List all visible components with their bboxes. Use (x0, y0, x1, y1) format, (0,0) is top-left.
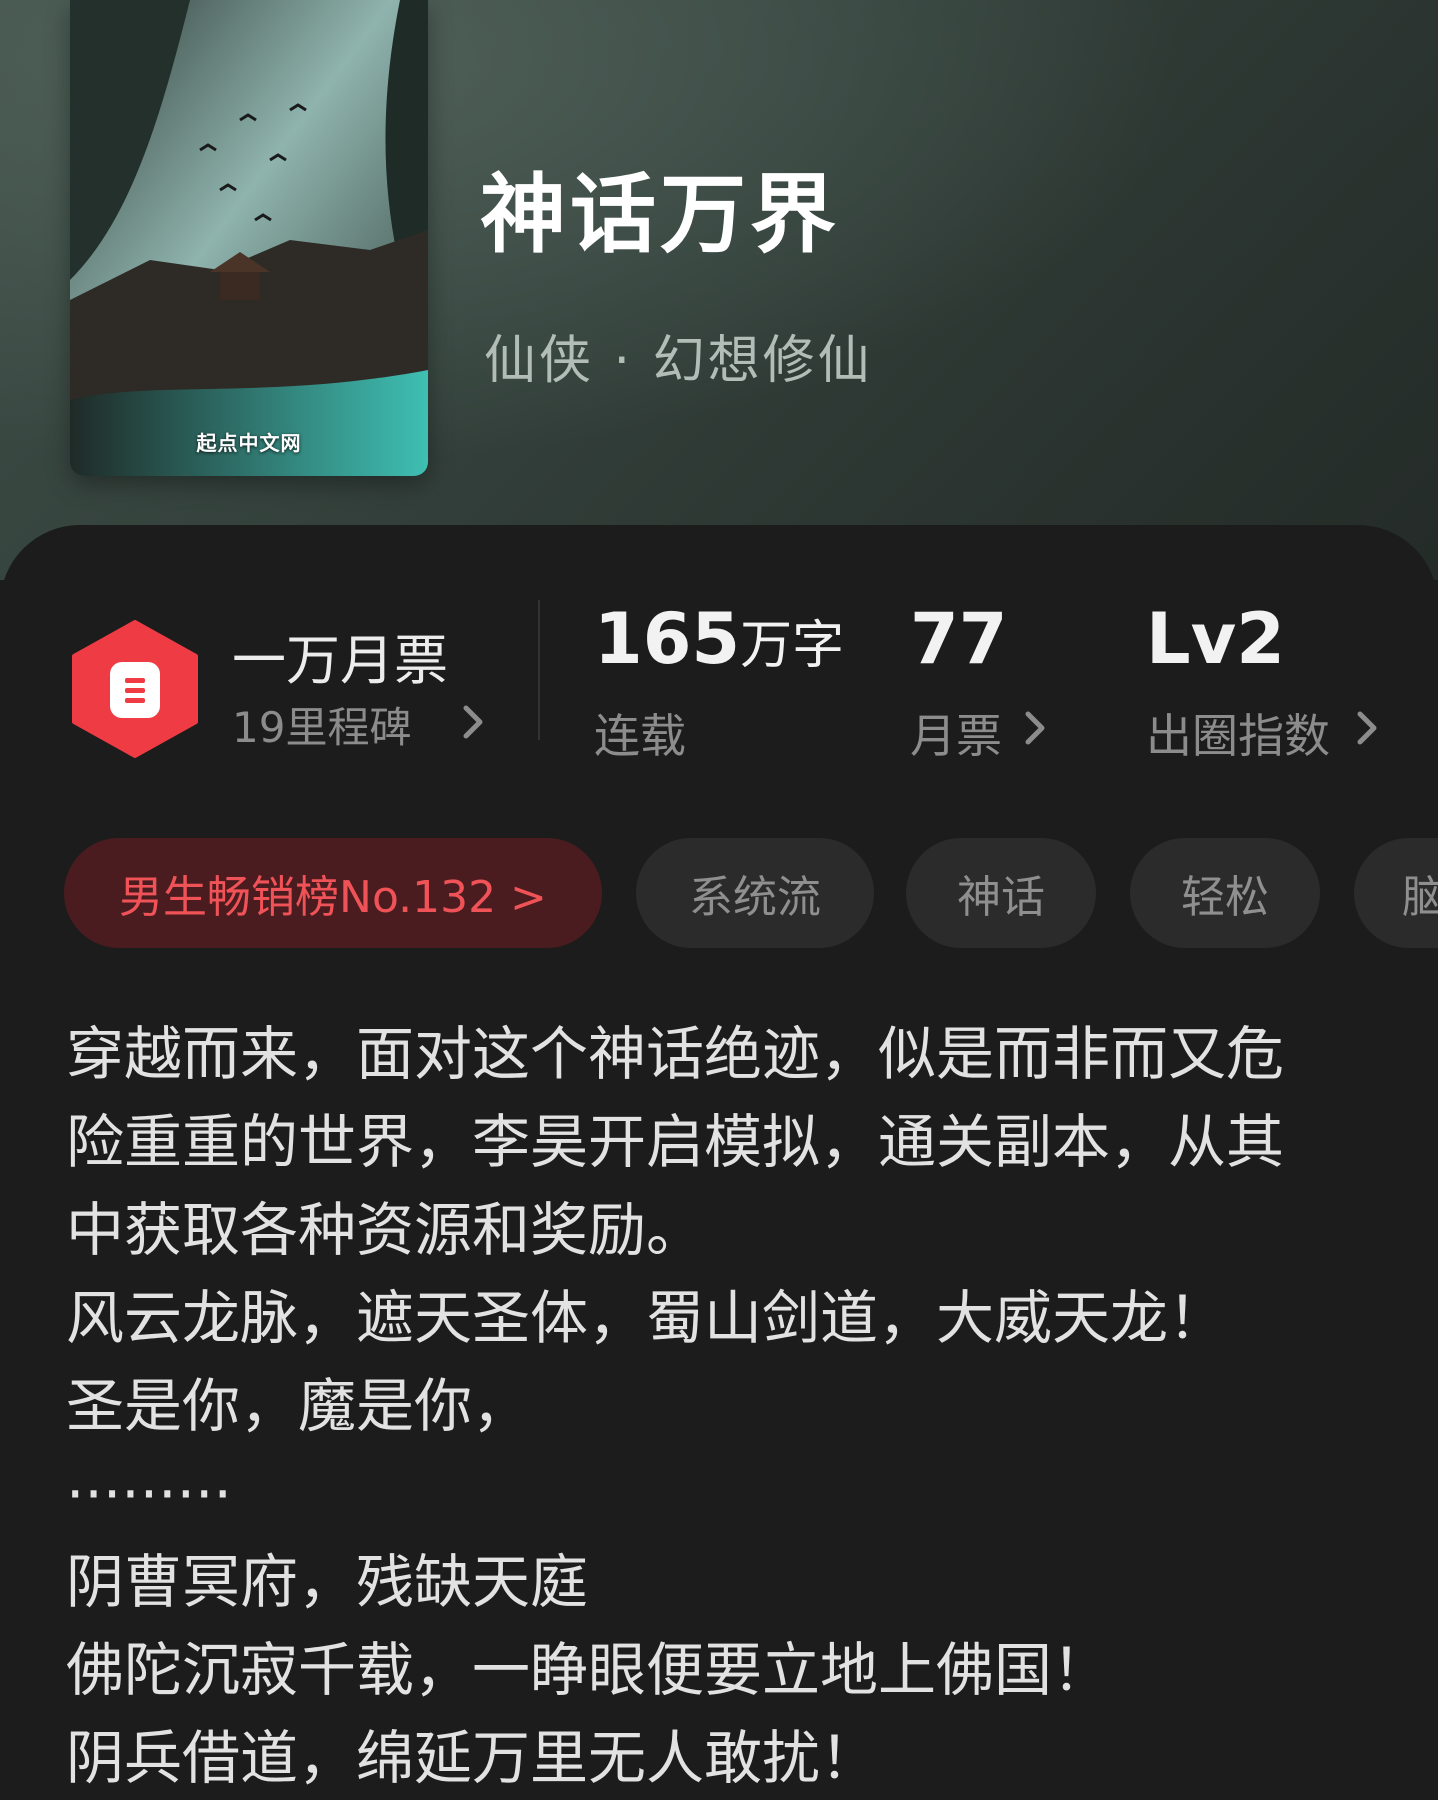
chevron-right-icon[interactable] (458, 702, 488, 742)
milestone-subtitle[interactable]: 19里程碑 (232, 694, 411, 755)
popularity-index-label[interactable]: 出圈指数 (1146, 700, 1330, 766)
monthly-ticket-value[interactable]: 77 (910, 604, 1007, 674)
cover-logo: 起点中文网 (196, 431, 302, 455)
milestone-title[interactable]: 一万月票 (232, 616, 448, 695)
bestseller-rank-tag[interactable]: 男生畅销榜No.132 > (64, 838, 602, 948)
tag-myth[interactable]: 神话 (906, 838, 1096, 948)
book-header: 起点中文网 神话万界 仙侠 · 幻想修仙 (0, 0, 1438, 580)
stats-divider (538, 600, 540, 740)
chevron-right-icon[interactable] (1352, 708, 1382, 748)
tag-relaxed[interactable]: 轻松 (1130, 838, 1320, 948)
serial-status-label: 连载 (594, 709, 686, 763)
word-count-number: 165 (594, 598, 741, 680)
book-cover[interactable]: 起点中文网 (70, 0, 428, 476)
cover-art (70, 0, 428, 476)
chevron-right-icon[interactable] (1020, 708, 1050, 748)
ticket-icon[interactable] (70, 620, 200, 758)
book-description: 穿越而来，面对这个神话绝迹，似是而非而又危 险重重的世界，李昊开启模拟，通关副本… (66, 1020, 1285, 1792)
book-genre[interactable]: 仙侠 · 幻想修仙 (484, 318, 873, 393)
word-count-value: 165万字 (594, 604, 844, 674)
word-count-unit: 万字 (740, 616, 845, 676)
popularity-level-value[interactable]: Lv2 (1146, 604, 1285, 674)
monthly-ticket-label[interactable]: 月票 (910, 700, 1002, 766)
book-title: 神话万界 (480, 165, 840, 265)
tag-system[interactable]: 系统流 (636, 838, 874, 948)
